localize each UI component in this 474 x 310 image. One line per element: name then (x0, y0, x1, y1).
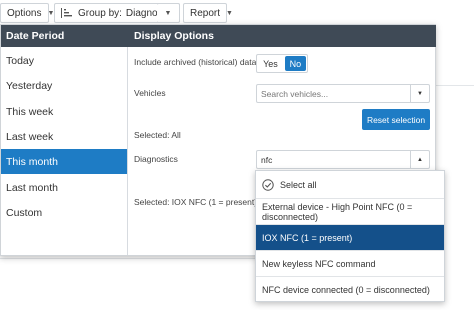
report-button[interactable]: Report ▼ (183, 3, 233, 23)
archived-yes-button[interactable]: Yes (257, 55, 284, 72)
chevron-down-icon[interactable]: ▼ (410, 85, 429, 102)
background-divider (0, 258, 255, 259)
date-period-last-month[interactable]: Last month (1, 175, 127, 200)
dropdown-option[interactable]: NFC device connected (0 = disconnected) (256, 277, 444, 302)
date-period-this-month[interactable]: This month (1, 149, 127, 174)
reset-selection-button[interactable]: Reset selection (362, 109, 430, 130)
display-options-header: Display Options (127, 25, 436, 47)
vehicles-selected-text: Selected: All (134, 130, 181, 140)
report-label: Report (190, 7, 221, 19)
vehicles-placeholder: Search vehicles... (261, 89, 329, 99)
dropdown-option[interactable]: External device - High Point NFC (0 = di… (256, 199, 444, 224)
date-period-header: Date Period (1, 25, 127, 47)
date-period-today[interactable]: Today (1, 48, 127, 73)
select-all-option[interactable]: Select all (256, 173, 444, 197)
date-period-column: Date Period Today Yesterday This week La… (1, 25, 128, 255)
group-by-dropdown-button[interactable]: ▼ (157, 3, 180, 23)
diagnostics-label: Diagnostics (134, 154, 178, 164)
group-by-label: Group by: (78, 7, 122, 19)
date-period-yesterday[interactable]: Yesterday (1, 73, 127, 98)
diagnostics-dropdown-list: Select all External device - High Point … (255, 170, 445, 302)
options-button[interactable]: Options ▼ (0, 3, 54, 23)
caret-down-icon: ▼ (226, 9, 233, 17)
diagnostics-search-value: nfc (261, 155, 273, 165)
archived-toggle: Yes No (256, 54, 308, 73)
caret-down-icon: ▼ (164, 9, 172, 17)
chevron-up-icon[interactable]: ▲ (410, 151, 429, 168)
dropdown-option[interactable]: New keyless NFC command (256, 251, 444, 276)
check-circle-icon (262, 179, 274, 191)
vehicles-label: Vehicles (134, 88, 166, 98)
options-label: Options (7, 7, 42, 19)
diagnostics-selected-text: Selected: IOX NFC (1 = present) (134, 197, 258, 207)
dropdown-option-selected[interactable]: IOX NFC (1 = present) (256, 225, 444, 250)
date-period-last-week[interactable]: Last week (1, 124, 127, 149)
vehicles-search-input[interactable]: Search vehicles... ▼ (256, 84, 430, 103)
toolbar: Options ▼ Group by: Diagnostic ▼ Report … (0, 0, 474, 24)
select-all-label: Select all (280, 180, 317, 190)
date-period-this-week[interactable]: This week (1, 99, 127, 124)
group-by-icon (61, 8, 72, 18)
date-period-custom[interactable]: Custom (1, 200, 127, 225)
archived-label: Include archived (historical) data (134, 57, 257, 67)
background-divider (436, 85, 474, 86)
diagnostics-search-input[interactable]: nfc ▲ (256, 150, 430, 169)
archived-no-button[interactable]: No (284, 56, 306, 71)
